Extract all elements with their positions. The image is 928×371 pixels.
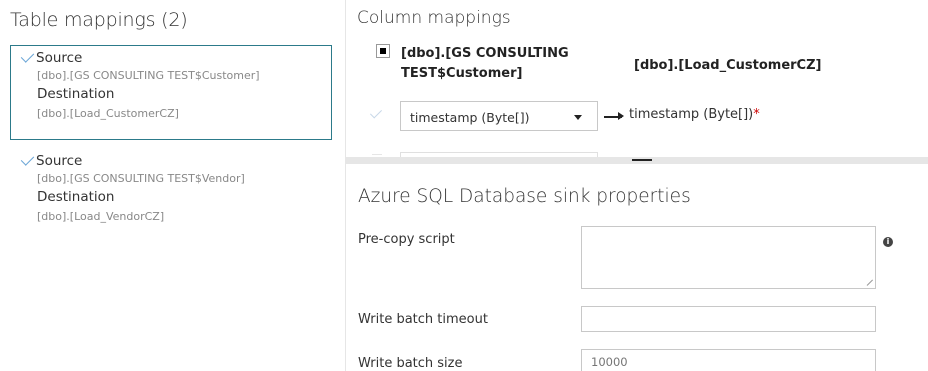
select-all-checkbox[interactable] [376,44,390,58]
destination-column-name: timestamp (Byte[]) [629,107,754,122]
destination-table-header: [dbo].[Load_CustomerCZ] [634,58,822,73]
pane-splitter[interactable] [346,157,928,164]
resize-handle-icon[interactable] [866,279,874,287]
destination-table-name: [dbo].[Load_CustomerCZ] [37,107,179,120]
write-batch-size-input[interactable] [581,349,876,371]
source-table-header: [dbo].[GS CONSULTING TEST$Customer] [401,46,569,81]
source-label: Source [36,152,83,169]
table-mappings-pane: Table mappings (2) Source [dbo].[GS CONS… [0,0,346,371]
checkmark-icon[interactable] [368,107,384,123]
source-table-name: [dbo].[GS CONSULTING TEST$Customer] [37,69,260,82]
destination-label: Destination [37,189,115,205]
source-table-name: [dbo].[GS CONSULTING TEST$Vendor] [37,172,245,185]
pre-copy-script-label: Pre-copy script [358,232,455,247]
source-column-dropdown[interactable]: timestamp (Byte[]) [400,101,598,131]
destination-table-name: [dbo].[Load_VendorCZ] [37,210,165,223]
source-column-value: timestamp (Byte[]) [410,110,530,125]
destination-label: Destination [37,86,115,102]
info-icon[interactable]: i [883,237,893,247]
pre-copy-script-textarea[interactable] [581,226,876,289]
table-mapping-item[interactable]: Source [dbo].[GS CONSULTING TEST$Vendor]… [10,148,332,238]
required-marker: * [753,107,760,122]
write-batch-size-label: Write batch size [358,356,463,371]
checkmark-icon[interactable] [20,50,36,66]
table-mapping-item[interactable]: Source [dbo].[GS CONSULTING TEST$Custome… [10,45,332,140]
column-mappings-title: Column mappings [357,8,511,28]
write-batch-timeout-input[interactable] [581,306,876,332]
sink-properties-title: Azure SQL Database sink properties [358,186,691,207]
write-batch-timeout-label: Write batch timeout [358,312,488,327]
pane-divider [345,0,346,371]
chevron-down-icon [574,115,582,120]
source-label: Source [36,49,83,66]
checkmark-icon[interactable] [20,153,36,169]
splitter-grip-icon[interactable] [632,159,652,161]
table-mappings-title: Table mappings (2) [10,9,188,31]
destination-column: timestamp (Byte[])* [629,107,760,122]
arrow-right-icon [604,113,624,119]
